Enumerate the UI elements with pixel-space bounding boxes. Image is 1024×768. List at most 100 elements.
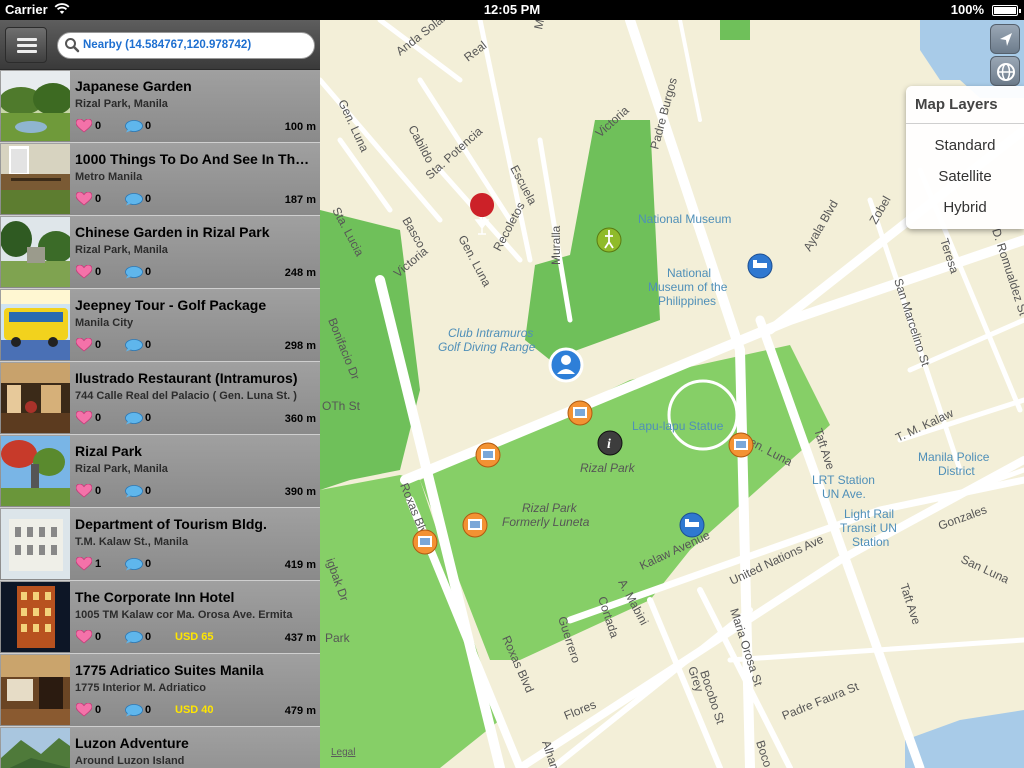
sidebar-toolbar: Nearby (14.584767,120.978742) [0, 20, 320, 70]
place-subtitle: Rizal Park, Manila [75, 98, 168, 110]
map-label: National [667, 266, 711, 280]
photo-pin-icon[interactable] [462, 512, 488, 538]
place-subtitle: 1775 Interior M. Adriatico [75, 682, 207, 694]
comments-count: 0 [145, 558, 152, 570]
list-item[interactable]: 1000 Things To Do And See In The Philipp… [0, 143, 320, 216]
place-thumbnail [1, 71, 70, 141]
comments-count: 0 [145, 339, 152, 351]
place-subtitle: Manila City [75, 317, 134, 329]
layer-option-satellite[interactable]: Satellite [906, 168, 1024, 185]
map-label: Light Rail [844, 507, 894, 521]
likes-count: 1 [95, 558, 102, 570]
search-icon [64, 37, 80, 58]
layer-option-standard[interactable]: Standard [906, 137, 1024, 154]
place-thumbnail [1, 144, 70, 214]
comment-icon [125, 558, 143, 576]
comment-icon [125, 193, 143, 211]
distance-label: 360 m [284, 413, 316, 425]
likes-count: 0 [95, 704, 102, 716]
place-title: Japanese Garden [75, 78, 192, 94]
comment-icon [125, 266, 143, 284]
likes-count: 0 [95, 120, 102, 132]
heart-icon [75, 556, 93, 576]
sidebar: Nearby (14.584767,120.978742) Japanese G… [0, 20, 320, 768]
list-item[interactable]: 1775 Adriatico Suites Manila 1775 Interi… [0, 654, 320, 727]
list-item[interactable]: Jeepney Tour - Golf Package Manila City … [0, 289, 320, 362]
user-location-icon[interactable] [548, 347, 584, 383]
map-label: OTh St [322, 399, 361, 413]
comment-icon [125, 412, 143, 430]
distance-label: 419 m [284, 559, 316, 571]
map-layers-header: Map Layers [906, 86, 1024, 124]
map-label: District [938, 464, 975, 478]
comments-count: 0 [145, 704, 152, 716]
place-title: Department of Tourism Bldg. [75, 516, 267, 532]
location-arrow-icon [1000, 33, 1012, 46]
photo-pin-icon[interactable] [412, 529, 438, 555]
distance-label: 187 m [284, 194, 316, 206]
places-list: Japanese Garden Rizal Park, Manila 0 0 1… [0, 70, 320, 768]
place-thumbnail [1, 582, 70, 652]
menu-button[interactable] [5, 27, 47, 63]
search-field[interactable]: Nearby (14.584767,120.978742) [57, 32, 315, 59]
hotel-pin-icon[interactable] [747, 253, 773, 279]
place-title: Luzon Adventure [75, 735, 189, 751]
map-label: Transit UN [840, 521, 897, 535]
photo-pin-icon[interactable] [475, 442, 501, 468]
battery-percent: 100% [950, 2, 984, 17]
map-label: Club Intramuros [448, 326, 533, 340]
status-bar: Carrier 12:05 PM 100% [0, 0, 1024, 20]
place-subtitle: 744 Calle Real del Palacio ( Gen. Luna S… [75, 390, 297, 402]
distance-label: 100 m [284, 121, 316, 133]
place-title: 1000 Things To Do And See In The Philipp… [75, 151, 315, 167]
distance-label: 298 m [284, 340, 316, 352]
comments-count: 0 [145, 193, 152, 205]
place-subtitle: 1005 TM Kalaw cor Ma. Orosa Ave. Ermita [75, 609, 293, 621]
list-item[interactable]: Rizal Park Rizal Park, Manila 0 0 390 m [0, 435, 320, 508]
layer-option-hybrid[interactable]: Hybrid [906, 199, 1024, 216]
map-label: Lapu-lapu Statue [632, 419, 724, 433]
map-label: National Museum [638, 212, 731, 226]
likes-count: 0 [95, 193, 102, 205]
map-label: Rizal Park [580, 461, 636, 475]
map-label: Philippines [658, 294, 716, 308]
place-subtitle: T.M. Kalaw St., Manila [75, 536, 189, 548]
globe-button[interactable] [990, 56, 1020, 86]
comments-count: 0 [145, 412, 152, 424]
heart-icon [75, 410, 93, 430]
list-item[interactable]: Luzon Adventure Around Luzon Island [0, 727, 320, 768]
place-title: Rizal Park [75, 443, 142, 459]
hiking-pin-icon[interactable] [596, 227, 622, 253]
hotel-pin-icon[interactable] [679, 512, 705, 538]
map-label: Manila Police [918, 450, 990, 464]
map-label: Golf Diving Range [438, 340, 536, 354]
list-item[interactable]: Japanese Garden Rizal Park, Manila 0 0 1… [0, 70, 320, 143]
place-thumbnail [1, 290, 70, 360]
map-label: UN Ave. [822, 487, 866, 501]
legal-link[interactable]: Legal [331, 747, 355, 758]
photo-pin-icon[interactable] [567, 400, 593, 426]
globe-icon [997, 63, 1015, 81]
battery-icon [992, 5, 1021, 16]
place-subtitle: Metro Manila [75, 171, 143, 183]
place-thumbnail [1, 655, 70, 725]
list-item[interactable]: The Corporate Inn Hotel 1005 TM Kalaw co… [0, 581, 320, 654]
map-label: Station [852, 535, 889, 549]
heart-icon [75, 118, 93, 138]
comment-icon [125, 704, 143, 722]
location-arrow-button[interactable] [990, 24, 1020, 54]
heart-icon [75, 337, 93, 357]
place-title: Chinese Garden in Rizal Park [75, 224, 270, 240]
place-title: Jeepney Tour - Golf Package [75, 297, 267, 313]
place-thumbnail [1, 363, 70, 433]
list-item[interactable]: Chinese Garden in Rizal Park Rizal Park,… [0, 216, 320, 289]
info-pin-icon[interactable]: i [597, 430, 623, 456]
search-value: Nearby (14.584767,120.978742) [83, 39, 252, 51]
map-layers-popup: Map Layers Standard Satellite Hybrid [906, 86, 1024, 229]
photo-pin-icon[interactable] [728, 432, 754, 458]
comments-count: 0 [145, 266, 152, 278]
list-item[interactable]: Ilustrado Restaurant (Intramuros) 744 Ca… [0, 362, 320, 435]
list-item[interactable]: Department of Tourism Bldg. T.M. Kalaw S… [0, 508, 320, 581]
comment-icon [125, 631, 143, 649]
place-thumbnail [1, 728, 70, 768]
